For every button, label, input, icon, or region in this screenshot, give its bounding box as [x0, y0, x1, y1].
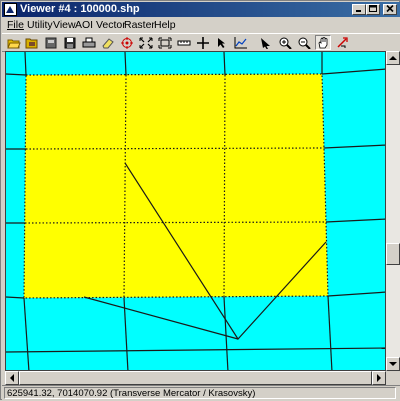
- zoom-in-icon[interactable]: [277, 35, 293, 50]
- pan-hand-icon[interactable]: [315, 35, 331, 50]
- viewer-app-icon: [4, 3, 17, 16]
- measure-ruler-icon[interactable]: [176, 35, 192, 50]
- menu-help[interactable]: Help: [153, 17, 177, 33]
- coordinate-readout: 625941.32, 7014070.92 (Transverse Mercat…: [4, 387, 396, 399]
- crosshair-icon[interactable]: [195, 35, 211, 50]
- vertical-scrollbar[interactable]: [386, 51, 400, 371]
- menu-bar: File Utility View AOI Vector Raster Help: [2, 17, 400, 33]
- zoom-out-icon[interactable]: [296, 35, 312, 50]
- arrow-right-icon: [377, 374, 381, 382]
- menu-vector[interactable]: Vector: [95, 17, 127, 33]
- eraser-icon[interactable]: [100, 35, 116, 50]
- status-bar: 625941.32, 7014070.92 (Transverse Mercat…: [2, 385, 400, 401]
- close-icon: [386, 4, 394, 13]
- fit-to-window-icon[interactable]: [138, 35, 154, 50]
- menu-view[interactable]: View: [52, 17, 77, 33]
- menu-file[interactable]: File: [6, 17, 25, 33]
- scroll-left-button[interactable]: [5, 371, 19, 385]
- inquire-cursor-icon[interactable]: [214, 35, 230, 50]
- zoom-extent-icon[interactable]: [157, 35, 173, 50]
- scroll-right-button[interactable]: [372, 371, 386, 385]
- select-arrow-icon[interactable]: [258, 35, 274, 50]
- menu-aoi[interactable]: AOI: [74, 17, 94, 33]
- arrow-left-icon: [10, 374, 14, 382]
- save-icon[interactable]: [62, 35, 78, 50]
- roam-icon[interactable]: [335, 35, 351, 50]
- close-layer-icon[interactable]: [43, 35, 59, 50]
- viewer-window: Viewer #4 : 100000.shp File Utility View…: [0, 0, 400, 401]
- menu-raster[interactable]: Raster: [123, 17, 156, 33]
- scroll-down-button[interactable]: [386, 357, 400, 371]
- print-icon[interactable]: [81, 35, 97, 50]
- scroll-up-button[interactable]: [386, 51, 400, 65]
- open-folder-icon[interactable]: [6, 35, 22, 50]
- polygon-fill[interactable]: [24, 74, 328, 298]
- toolbar: [2, 33, 400, 52]
- target-icon[interactable]: [119, 35, 135, 50]
- horizontal-scrollbar[interactable]: [5, 371, 386, 385]
- maximize-button[interactable]: [366, 4, 380, 15]
- menu-utility[interactable]: Utility: [26, 17, 54, 33]
- map-viewport[interactable]: [5, 51, 386, 371]
- title-bar[interactable]: Viewer #4 : 100000.shp: [2, 2, 400, 17]
- minimize-button[interactable]: [352, 4, 366, 15]
- minimize-icon: [356, 10, 361, 12]
- vertical-scroll-thumb[interactable]: [386, 243, 400, 265]
- window-title: Viewer #4 : 100000.shp: [20, 3, 140, 15]
- map-canvas[interactable]: [6, 52, 386, 371]
- open-layer-icon[interactable]: [24, 35, 40, 50]
- arrow-up-icon: [389, 56, 397, 60]
- scrollbar-corner: [386, 371, 400, 385]
- close-button[interactable]: [383, 4, 397, 15]
- maximize-icon: [369, 5, 377, 12]
- horizontal-scroll-thumb[interactable]: [19, 371, 372, 385]
- chart-icon[interactable]: [233, 35, 249, 50]
- arrow-down-icon: [389, 362, 397, 366]
